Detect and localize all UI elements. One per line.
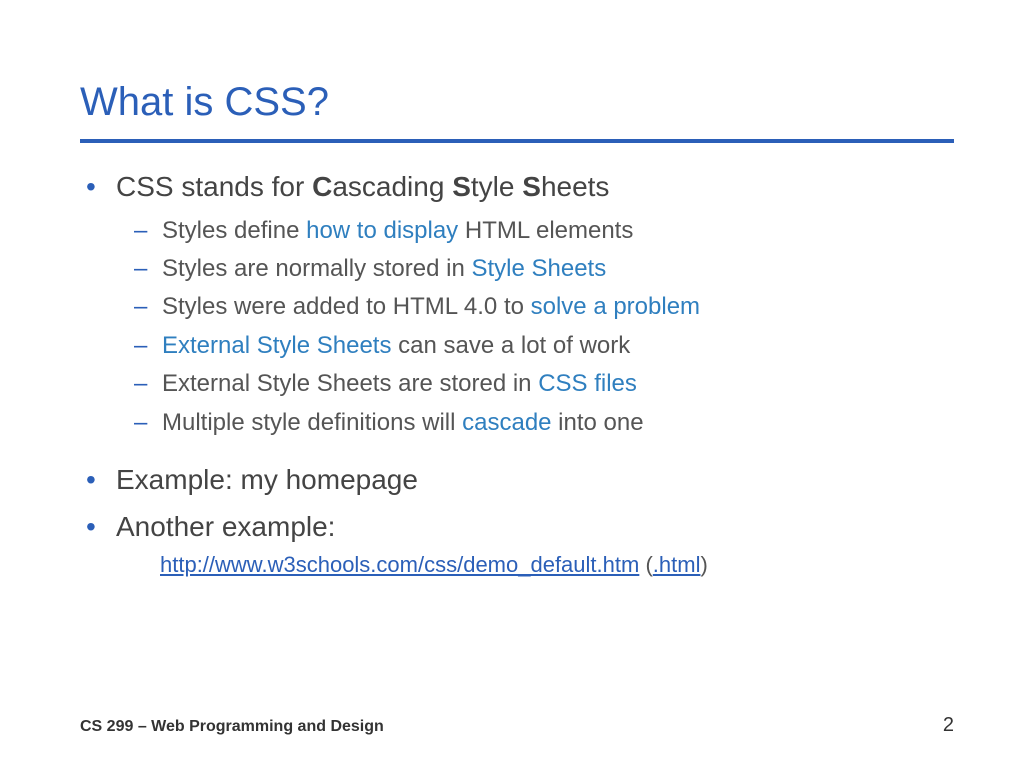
text: External Style Sheets are stored in xyxy=(162,370,538,397)
highlight: Style Sheets xyxy=(471,255,606,282)
bold-s2: S xyxy=(522,171,541,202)
example-link[interactable]: http://www.w3schools.com/css/demo_defaul… xyxy=(160,552,639,577)
title-rule xyxy=(80,139,954,143)
highlight: External Style Sheets xyxy=(162,332,391,359)
slide: What is CSS? CSS stands for Cascading St… xyxy=(0,0,1024,767)
sub-bullet-3: Styles were added to HTML 4.0 to solve a… xyxy=(162,288,954,326)
text: CSS stands for xyxy=(116,171,312,202)
text: ascading xyxy=(332,171,452,202)
bullet-3: Another example: http://www.w3schools.co… xyxy=(116,507,954,581)
text: Multiple style definitions will xyxy=(162,409,462,436)
html-link[interactable]: .html xyxy=(653,552,701,577)
footer-page-number: 2 xyxy=(943,714,954,737)
sub-bullet-4: External Style Sheets can save a lot of … xyxy=(162,327,954,365)
highlight: how to display xyxy=(306,217,458,244)
text: into one xyxy=(552,409,644,436)
bullet-2: Example: my homepage xyxy=(116,460,954,501)
highlight: cascade xyxy=(462,409,551,436)
sub-bullet-6: Multiple style definitions will cascade … xyxy=(162,404,954,442)
paren-close: ) xyxy=(700,552,707,577)
sub-bullet-list: Styles define how to display HTML elemen… xyxy=(116,212,954,442)
text: Styles define xyxy=(162,217,306,244)
sub-bullet-2: Styles are normally stored in Style Shee… xyxy=(162,250,954,288)
bullet-1: CSS stands for Cascading Style Sheets St… xyxy=(116,167,954,442)
bold-s1: S xyxy=(452,171,471,202)
text: HTML elements xyxy=(458,217,633,244)
footer: CS 299 – Web Programming and Design 2 xyxy=(80,714,954,737)
bullet-list: CSS stands for Cascading Style Sheets St… xyxy=(80,167,954,581)
bold-c: C xyxy=(312,171,332,202)
highlight: CSS files xyxy=(538,370,637,397)
text: heets xyxy=(541,171,610,202)
slide-title: What is CSS? xyxy=(80,80,954,125)
paren-open: ( xyxy=(639,552,652,577)
text: can save a lot of work xyxy=(391,332,630,359)
highlight: solve a problem xyxy=(531,293,700,320)
footer-course: CS 299 – Web Programming and Design xyxy=(80,718,384,736)
text: Another example: xyxy=(116,511,335,542)
example-link-line: http://www.w3schools.com/css/demo_defaul… xyxy=(160,549,954,581)
sub-bullet-5: External Style Sheets are stored in CSS … xyxy=(162,365,954,403)
text: tyle xyxy=(471,171,522,202)
sub-bullet-1: Styles define how to display HTML elemen… xyxy=(162,212,954,250)
text: Styles are normally stored in xyxy=(162,255,471,282)
text: Styles were added to HTML 4.0 to xyxy=(162,293,531,320)
